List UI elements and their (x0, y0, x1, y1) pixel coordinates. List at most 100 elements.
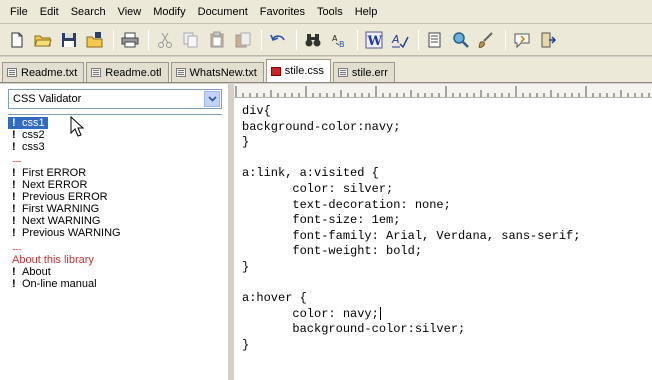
list-item[interactable]: ! First WARNING (8, 203, 222, 215)
clipboard-stack-icon (235, 32, 251, 47)
menu-favorites[interactable]: Favorites (254, 0, 311, 24)
code-line[interactable]: } (242, 338, 580, 354)
replace-button[interactable]: AB (328, 29, 350, 51)
code-line[interactable]: a:link, a:visited { (242, 166, 580, 182)
find-button[interactable] (302, 29, 324, 51)
list-item-label: First WARNING (22, 203, 100, 215)
preview-button[interactable] (450, 29, 472, 51)
exclamation-icon: ! (12, 215, 16, 227)
tab-label: WhatsNew.txt (189, 66, 257, 79)
menu-edit[interactable]: Edit (34, 0, 65, 24)
print-button[interactable] (119, 29, 141, 51)
code-line[interactable]: } (242, 260, 580, 276)
word-icon: W (365, 31, 383, 49)
code-line[interactable]: color: silver; (242, 182, 580, 198)
open-file-button[interactable] (32, 29, 54, 51)
code-line-text: background-color:silver; (242, 322, 466, 337)
menu-modify[interactable]: Modify (147, 0, 191, 24)
list-item[interactable]: ! Next WARNING (8, 215, 222, 227)
list-item-label: Next ERROR (22, 179, 88, 191)
text-file-icon (337, 68, 348, 77)
code-line[interactable]: font-family: Arial, Verdana, sans-serif; (242, 229, 580, 245)
save-all-button[interactable] (84, 29, 106, 51)
tab-label: Readme.otl (105, 66, 162, 79)
menu-file[interactable]: File (4, 0, 34, 24)
menu-tools[interactable]: Tools (311, 0, 349, 24)
undo-icon (270, 34, 285, 41)
list-item-label: First ERROR (22, 167, 87, 179)
paste-button[interactable] (206, 29, 228, 51)
tab-stile-err[interactable]: stile.err (332, 62, 395, 82)
tab-label: stile.err (351, 66, 388, 79)
code-line[interactable]: font-weight: bold; (242, 244, 580, 260)
code-line[interactable]: background-color:silver; (242, 322, 580, 338)
code-line[interactable] (242, 151, 580, 167)
code-line[interactable]: } (242, 135, 580, 151)
list-item[interactable]: ! Previous ERROR (8, 191, 222, 203)
code-line[interactable]: div{ (242, 104, 580, 120)
copy-button[interactable] (180, 29, 202, 51)
exclamation-icon: ! (12, 191, 16, 203)
text-file-icon (7, 68, 17, 77)
svg-text:A: A (391, 33, 400, 46)
list-item-label: On-line manual (22, 278, 97, 290)
code-line[interactable]: a:hover { (242, 291, 580, 307)
brush-button[interactable] (476, 29, 498, 51)
exit-door-icon (541, 32, 557, 47)
tab-label: stile.css (284, 65, 324, 77)
text-caret (379, 307, 381, 321)
copy-icon (183, 32, 198, 47)
list-item[interactable]: ! css3 (8, 141, 222, 153)
list-item-label: About this library (12, 254, 94, 266)
library-list: ! css1! css2! css3......! First ERROR! Next E… (8, 114, 222, 376)
list-item[interactable]: ! css2 (8, 129, 222, 141)
save-button[interactable] (58, 29, 80, 51)
paste-special-button[interactable] (232, 29, 254, 51)
menu-search[interactable]: Search (65, 0, 112, 24)
word-wrap-button[interactable]: W (363, 29, 385, 51)
code-line[interactable]: font-size: 1em; (242, 213, 580, 229)
tab-stile-css[interactable]: stile.css (265, 59, 331, 82)
macro-button[interactable] (511, 29, 533, 51)
exclamation-icon: ! (12, 203, 16, 215)
menu-help[interactable]: Help (349, 0, 384, 24)
toolbar-separator (357, 29, 358, 50)
list-separator: ...... (8, 154, 222, 164)
exclamation-icon: ! (12, 227, 16, 239)
code-line-text: font-weight: bold; (242, 244, 423, 259)
dropdown-button[interactable] (204, 91, 220, 107)
undo-button[interactable] (267, 29, 289, 51)
tab-readme-txt[interactable]: Readme.txt (2, 62, 85, 82)
library-selector[interactable]: CSS Validator (8, 89, 222, 109)
open-folder-icon (34, 35, 52, 46)
list-item[interactable]: ! First ERROR (8, 167, 222, 179)
code-line[interactable]: text-decoration: none; (242, 198, 580, 214)
list-item-label: css2 (22, 129, 45, 141)
tab-readme-otl[interactable]: Readme.otl (86, 62, 169, 82)
list-item[interactable]: ! About (8, 266, 222, 278)
code-line[interactable]: background-color:navy; (242, 120, 580, 136)
list-item[interactable]: ! On-line manual (8, 278, 222, 290)
list-item[interactable]: ! Previous WARNING (8, 227, 222, 239)
svg-text:B: B (339, 40, 345, 49)
spell-check-button[interactable]: A (389, 29, 411, 51)
toolbar-separator (261, 29, 262, 50)
new-file-button[interactable] (6, 29, 28, 51)
menu-document[interactable]: Document (192, 0, 254, 24)
code-line[interactable] (242, 276, 580, 292)
menu-view[interactable]: View (112, 0, 148, 24)
list-item-label: ...... (12, 242, 22, 252)
exclamation-icon: ! (12, 278, 16, 290)
list-item-label: css3 (22, 141, 45, 153)
list-separator: ...... (8, 242, 222, 252)
exit-button[interactable] (537, 29, 559, 51)
cut-button[interactable] (154, 29, 176, 51)
magnifier-icon (453, 31, 469, 48)
list-item[interactable]: ! css1 (8, 117, 48, 129)
clip-library-button[interactable] (424, 29, 446, 51)
code-line[interactable]: color: navy; (242, 307, 580, 323)
list-item[interactable]: ! Next ERROR (8, 179, 222, 191)
code-area[interactable]: div{background-color:navy;} a:link, a:vis… (242, 104, 580, 354)
tab-whatsnew-txt[interactable]: WhatsNew.txt (170, 62, 264, 82)
code-editor[interactable]: div{background-color:navy;} a:link, a:vis… (234, 84, 652, 380)
